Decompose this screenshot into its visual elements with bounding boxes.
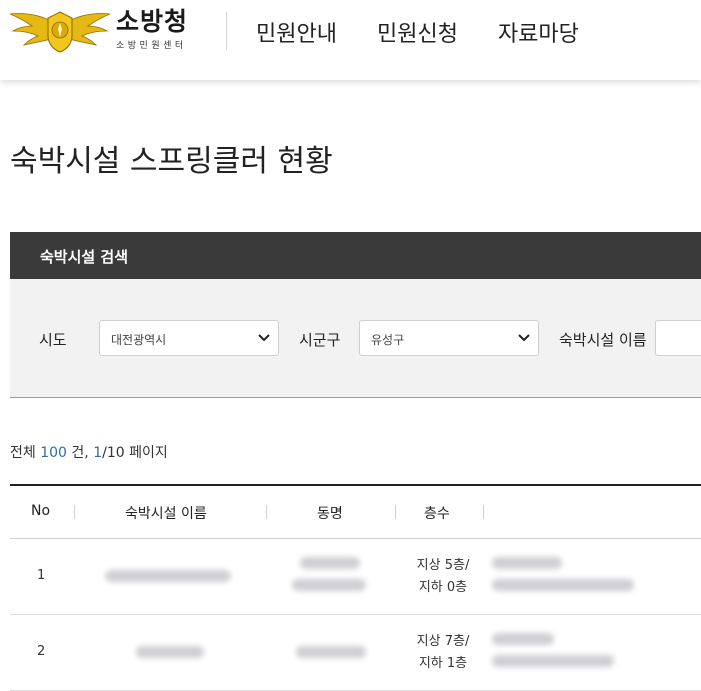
cell-floors: 지상 5층/ 지하 0층 bbox=[402, 555, 484, 599]
facility-name-input[interactable] bbox=[655, 320, 701, 356]
redacted-address bbox=[492, 557, 562, 569]
redacted-address bbox=[492, 579, 634, 591]
nav-item-guide[interactable]: 민원안내 bbox=[256, 16, 337, 48]
redacted-address bbox=[492, 655, 614, 667]
floor-above: 지상 7층/ bbox=[416, 634, 470, 649]
redacted-address bbox=[492, 633, 554, 645]
brand[interactable]: 소방청 소방민원센터 bbox=[116, 7, 189, 52]
sido-label: 시도 bbox=[39, 331, 67, 349]
th-separator bbox=[483, 505, 484, 519]
sido-selected-value: 대전광역시 bbox=[111, 333, 167, 347]
floor-below: 지하 0층 bbox=[418, 580, 468, 595]
cell-floors: 지상 7층/ 지하 1층 bbox=[402, 631, 484, 675]
chevron-down-icon bbox=[258, 334, 270, 342]
summary-prefix: 전체 bbox=[10, 445, 36, 461]
nav-item-apply[interactable]: 민원신청 bbox=[377, 16, 458, 48]
floor-above: 지상 5층/ bbox=[416, 558, 470, 573]
chevron-down-icon bbox=[518, 334, 530, 342]
th-separator bbox=[266, 505, 267, 519]
brand-title: 소방청 bbox=[116, 7, 189, 36]
result-summary: 전체 100 건, 1/10 페이지 bbox=[10, 442, 168, 462]
summary-page-current: 1 bbox=[93, 445, 103, 461]
floor-below: 지하 1층 bbox=[418, 656, 468, 671]
th-facility-name: 숙박시설 이름 bbox=[125, 506, 207, 522]
fire-agency-emblem-icon[interactable] bbox=[9, 6, 111, 54]
facility-table: No 숙박시설 이름 동명 층수 1 지상 5층/ 지하 0층 2 지상 7층/… bbox=[10, 484, 701, 691]
th-dong: 동명 bbox=[317, 506, 343, 522]
th-separator bbox=[74, 505, 75, 519]
th-separator bbox=[395, 505, 396, 519]
page-title: 숙박시설 스프링클러 현황 bbox=[10, 144, 333, 179]
brand-subtitle: 소방민원센터 bbox=[116, 41, 187, 51]
main-nav: 민원안내 민원신청 자료마당 bbox=[256, 16, 579, 48]
redacted-facility-name bbox=[136, 646, 204, 658]
site-header: 소방청 소방민원센터 민원안내 민원신청 자료마당 bbox=[0, 0, 701, 80]
redacted-dong bbox=[296, 646, 366, 658]
th-no: No bbox=[31, 503, 51, 519]
search-panel-title: 숙박시설 검색 bbox=[40, 248, 129, 266]
cell-no: 2 bbox=[37, 644, 46, 659]
table-row[interactable]: 2 지상 7층/ 지하 1층 bbox=[10, 615, 701, 691]
redacted-dong bbox=[292, 579, 366, 591]
sigungu-selected-value: 유성구 bbox=[371, 333, 405, 347]
search-panel-body: 시도 대전광역시 시군구 유성구 숙박시설 이름 bbox=[10, 279, 701, 398]
cell-no: 1 bbox=[37, 568, 46, 583]
sido-select[interactable]: 대전광역시 bbox=[99, 320, 279, 356]
sigungu-select[interactable]: 유성구 bbox=[359, 320, 539, 356]
search-panel-header: 숙박시설 검색 bbox=[10, 232, 701, 279]
summary-total: 100 bbox=[40, 445, 67, 461]
redacted-dong bbox=[300, 557, 360, 569]
header-divider bbox=[226, 12, 227, 50]
summary-page-total: /10 페이지 bbox=[102, 445, 168, 461]
sigungu-label: 시군구 bbox=[299, 331, 341, 349]
summary-unit: 건, bbox=[66, 445, 89, 461]
facility-name-label: 숙박시설 이름 bbox=[559, 331, 647, 349]
redacted-facility-name bbox=[105, 570, 231, 582]
table-header: No 숙박시설 이름 동명 층수 bbox=[10, 484, 701, 539]
th-floors: 층수 bbox=[424, 506, 450, 522]
nav-item-resources[interactable]: 자료마당 bbox=[498, 16, 579, 48]
table-row[interactable]: 1 지상 5층/ 지하 0층 bbox=[10, 539, 701, 615]
